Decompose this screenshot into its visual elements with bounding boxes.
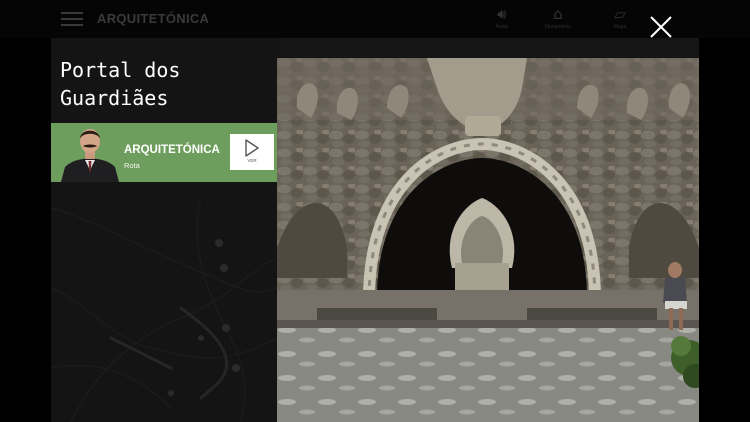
view-route-label: VER [247, 158, 257, 163]
audio-icon: 🔊︎ [497, 5, 507, 23]
monument-tool-label: Monumento [544, 24, 572, 30]
poi-title-line-2: Guardiães [60, 86, 169, 110]
poi-photo [277, 58, 699, 422]
play-icon [245, 139, 259, 157]
guide-avatar [61, 129, 119, 182]
audio-tool-label: Áudio [495, 24, 509, 30]
app-title: ARQUITETÓNICA [97, 11, 210, 26]
top-bar: ARQUITETÓNICA 🔊︎ Áudio ⌂ Monumento ▱ Map… [0, 0, 750, 38]
monument-icon: ⌂ [553, 5, 563, 23]
portal-photo-illustration [277, 58, 699, 422]
hamburger-menu-icon[interactable] [61, 12, 83, 26]
map-icon: ▱ [614, 5, 626, 23]
map-tool-label: Mapa [613, 24, 627, 30]
poi-title: Portal dos Guardiães [60, 56, 270, 112]
poi-title-line-1: Portal dos [60, 58, 181, 82]
route-card[interactable]: ARQUITETÓNICA Rota VER [51, 123, 277, 182]
monument-tool-button[interactable]: ⌂ Monumento [538, 6, 578, 30]
route-name: ARQUITETÓNICA [124, 144, 220, 156]
route-type: Rota [124, 161, 140, 170]
poi-modal: Portal dos Guardiães ARQUITETÓNICA Rota … [51, 38, 699, 422]
close-button[interactable] [648, 14, 674, 40]
audio-tool-button[interactable]: 🔊︎ Áudio [482, 6, 522, 30]
map-tool-button[interactable]: ▱ Mapa [600, 6, 640, 30]
view-route-button[interactable]: VER [230, 134, 274, 170]
info-panel: Portal dos Guardiães ARQUITETÓNICA Rota … [51, 38, 277, 422]
close-icon [650, 16, 672, 38]
